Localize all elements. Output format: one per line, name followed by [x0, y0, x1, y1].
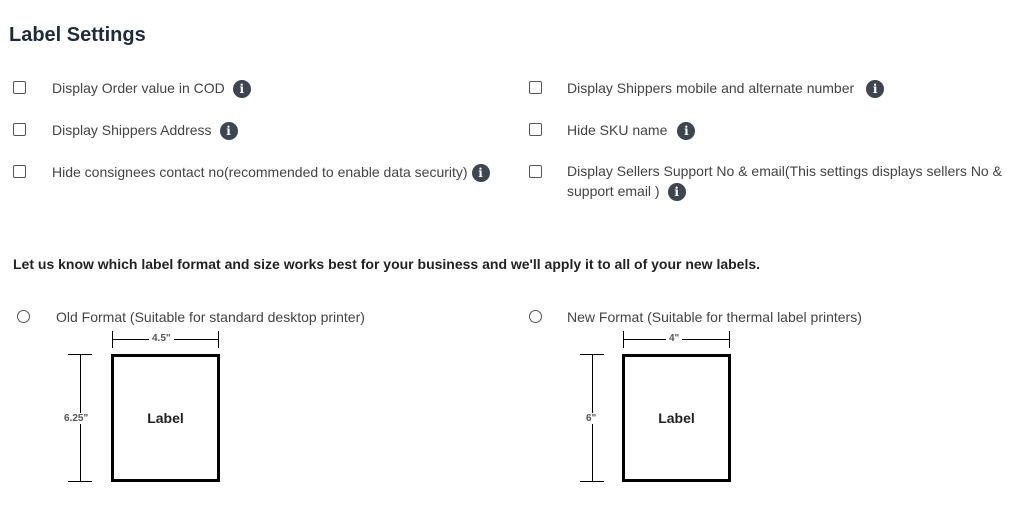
- old-width-label: 4.5": [149, 333, 174, 344]
- setting-display-order-value-cod: Display Order value in COD i: [52, 78, 251, 99]
- checkbox-display-sellers-support[interactable]: [529, 165, 542, 178]
- page-title: Label Settings: [9, 24, 146, 46]
- new-format-label: New Format (Suitable for thermal label p…: [567, 309, 862, 325]
- setting-label: Display Shippers mobile and alternate nu…: [567, 80, 855, 96]
- setting-label: Display Order value in COD: [52, 80, 225, 96]
- setting-display-shippers-address: Display Shippers Address i: [52, 120, 238, 141]
- setting-display-sellers-support: Display Sellers Support No & email(This …: [567, 161, 1007, 202]
- setting-display-shippers-mobile: Display Shippers mobile and alternate nu…: [567, 78, 885, 99]
- checkbox-display-order-value-cod[interactable]: [13, 81, 26, 94]
- format-question: Let us know which label format and size …: [13, 256, 761, 272]
- old-format-label: Old Format (Suitable for standard deskto…: [56, 309, 365, 325]
- info-icon[interactable]: i: [667, 183, 686, 202]
- setting-label: Hide SKU name: [567, 122, 668, 138]
- setting-label: Display Shippers Address: [52, 122, 212, 138]
- info-icon[interactable]: i: [866, 80, 885, 99]
- old-height-label: 6.25": [61, 413, 92, 424]
- setting-label: Hide consignees contact no(recommended t…: [52, 164, 468, 180]
- checkbox-hide-sku-name[interactable]: [529, 123, 542, 136]
- radio-new-format[interactable]: [529, 310, 542, 323]
- setting-hide-sku-name: Hide SKU name i: [567, 120, 696, 141]
- old-label-box: Label: [111, 354, 220, 482]
- info-icon[interactable]: i: [471, 164, 490, 183]
- info-icon[interactable]: i: [219, 122, 238, 141]
- setting-hide-consignee-contact: Hide consignees contact no(recommended t…: [52, 162, 490, 183]
- checkbox-display-shippers-address[interactable]: [13, 123, 26, 136]
- checkbox-hide-consignee-contact[interactable]: [13, 165, 26, 178]
- new-height-label: 6": [583, 413, 600, 424]
- checkbox-display-shippers-mobile[interactable]: [529, 81, 542, 94]
- info-icon[interactable]: i: [232, 80, 251, 99]
- new-label-box: Label: [622, 354, 731, 482]
- radio-old-format[interactable]: [17, 310, 30, 323]
- info-icon[interactable]: i: [677, 122, 696, 141]
- new-width-label: 4": [666, 333, 683, 344]
- setting-label: Display Sellers Support No & email(This …: [567, 163, 1002, 199]
